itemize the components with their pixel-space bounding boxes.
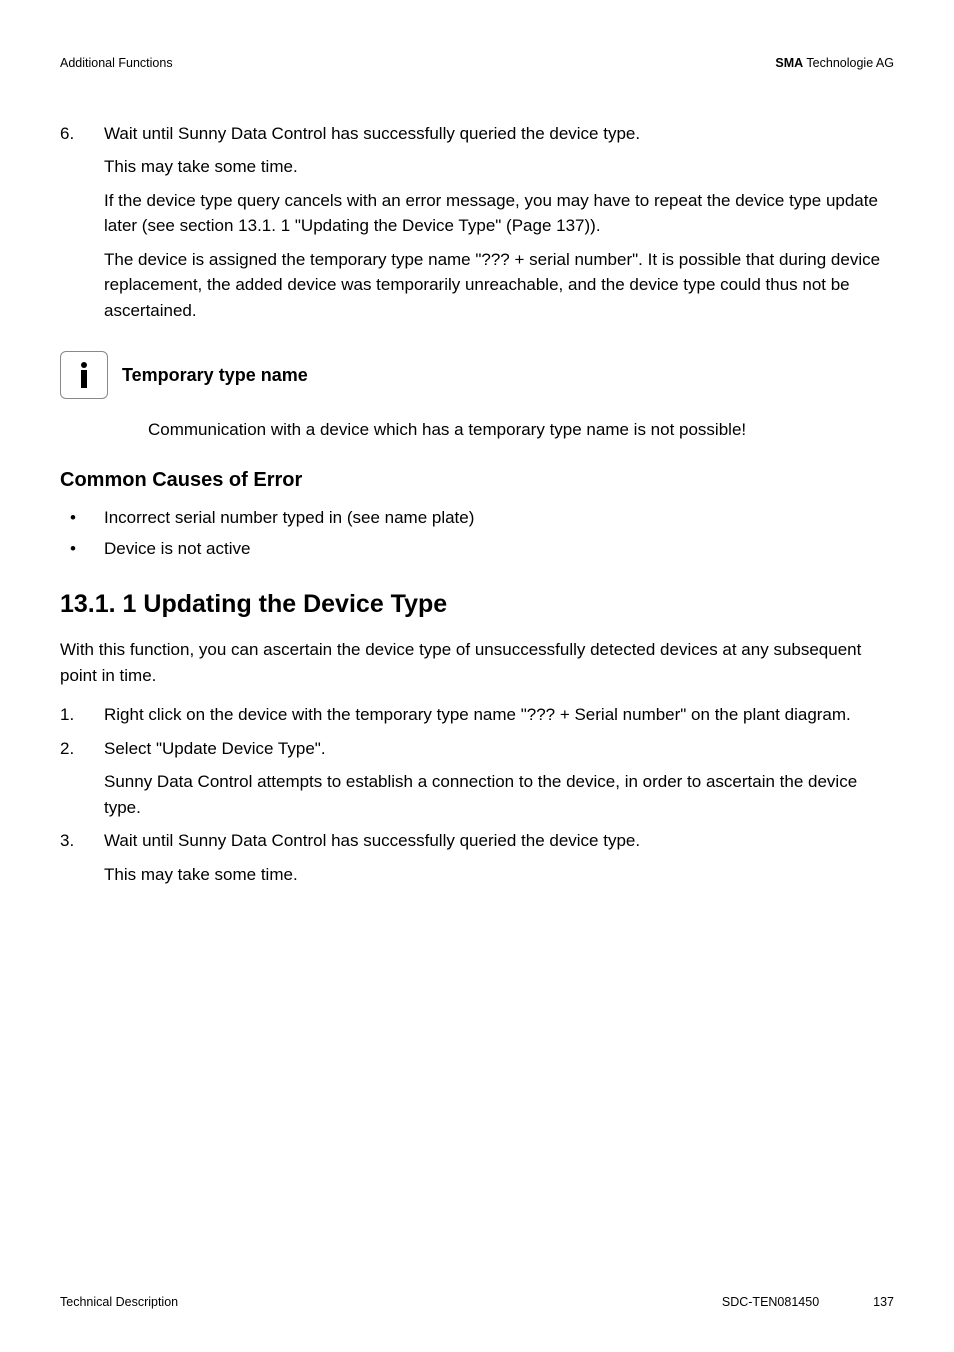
step-text: Right click on the device with the tempo…: [104, 702, 894, 728]
step-number: 1.: [60, 702, 104, 728]
section-step-1: 1. Right click on the device with the te…: [60, 702, 894, 728]
step-number: 2.: [60, 736, 104, 762]
list-item-text: Device is not active: [104, 536, 250, 562]
section-heading: 13.1. 1 Updating the Device Type: [60, 586, 894, 624]
section-step-2: 2. Select "Update Device Type".: [60, 736, 894, 762]
section-step-3: 3. Wait until Sunny Data Control has suc…: [60, 828, 894, 854]
header-left: Additional Functions: [60, 54, 173, 73]
step-text: Wait until Sunny Data Control has succes…: [104, 828, 894, 854]
footer-doc-id: SDC-TEN081450: [722, 1293, 819, 1312]
footer-right: SDC-TEN081450 137: [722, 1293, 894, 1312]
step-number: 3.: [60, 828, 104, 854]
step-6-note-2: If the device type query cancels with an…: [104, 188, 894, 239]
list-item: •Device is not active: [60, 536, 894, 562]
causes-heading: Common Causes of Error: [60, 465, 894, 495]
header-brand: SMA: [775, 56, 803, 70]
section-step-2-sub: Sunny Data Control attempts to establish…: [104, 769, 894, 820]
footer-page-number: 137: [873, 1293, 894, 1312]
header-right: SMA Technologie AG: [775, 54, 894, 73]
step-6-note-3: The device is assigned the temporary typ…: [104, 247, 894, 324]
step-text: Wait until Sunny Data Control has succes…: [104, 121, 894, 147]
section-step-3-sub: This may take some time.: [104, 862, 894, 888]
header-company: Technologie AG: [803, 56, 894, 70]
page-footer: Technical Description SDC-TEN081450 137: [60, 1293, 894, 1312]
info-title: Temporary type name: [122, 362, 308, 389]
bullet-icon: •: [60, 505, 104, 531]
step-6-note-1: This may take some time.: [104, 154, 894, 180]
info-callout: Temporary type name: [60, 351, 894, 399]
list-item: •Incorrect serial number typed in (see n…: [60, 505, 894, 531]
bullet-icon: •: [60, 536, 104, 562]
section-intro: With this function, you can ascertain th…: [60, 637, 894, 688]
step-6: 6. Wait until Sunny Data Control has suc…: [60, 121, 894, 147]
causes-list: •Incorrect serial number typed in (see n…: [60, 505, 894, 562]
footer-left: Technical Description: [60, 1293, 178, 1312]
list-item-text: Incorrect serial number typed in (see na…: [104, 505, 474, 531]
page-header: Additional Functions SMA Technologie AG: [60, 54, 894, 73]
step-text: Select "Update Device Type".: [104, 736, 894, 762]
info-icon: [60, 351, 108, 399]
info-body: Communication with a device which has a …: [148, 417, 894, 443]
step-number: 6.: [60, 121, 104, 147]
